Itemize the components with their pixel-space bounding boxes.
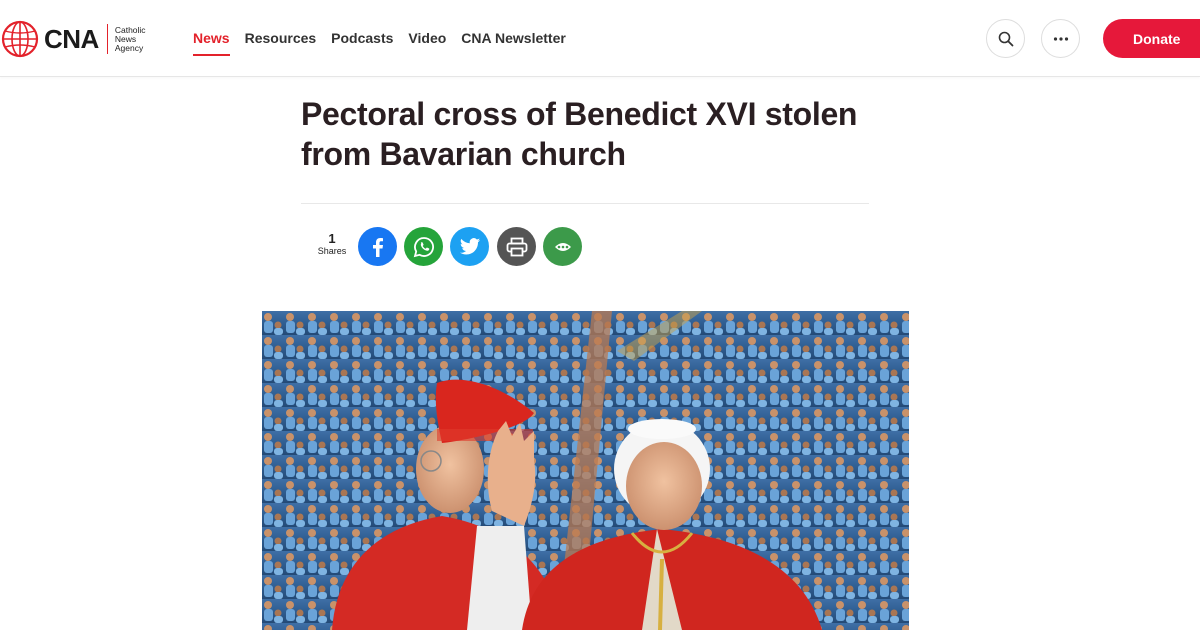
facebook-share-button[interactable] bbox=[358, 227, 397, 266]
search-button[interactable] bbox=[986, 19, 1025, 58]
site-header: CNA Catholic News Agency News Resources … bbox=[0, 0, 1200, 77]
whatsapp-share-button[interactable] bbox=[404, 227, 443, 266]
share-more-icon bbox=[554, 242, 571, 251]
main-nav: News Resources Podcasts Video CNA Newsle… bbox=[193, 30, 581, 56]
donate-button[interactable]: Donate bbox=[1103, 19, 1200, 58]
twitter-icon bbox=[459, 237, 480, 255]
share-count-label: Shares bbox=[317, 246, 347, 256]
cna-logo[interactable]: CNA Catholic News Agency bbox=[0, 14, 155, 64]
hero-photo bbox=[262, 311, 909, 630]
share-counter: 1 Shares bbox=[312, 232, 352, 257]
logo-separator bbox=[106, 24, 108, 54]
globe-logo-icon bbox=[1, 20, 39, 58]
more-share-button[interactable] bbox=[543, 227, 582, 266]
logo-wordmark: CNA bbox=[44, 23, 99, 54]
title-divider bbox=[301, 203, 869, 204]
search-icon bbox=[998, 31, 1013, 46]
nav-item-podcasts[interactable]: Podcasts bbox=[331, 30, 393, 46]
whatsapp-icon bbox=[413, 236, 434, 257]
nav-item-news[interactable]: News bbox=[193, 30, 230, 56]
logo-subtitle-line: Agency bbox=[114, 42, 144, 53]
article-title: Pectoral cross of Benedict XVI stolen fr… bbox=[301, 96, 858, 172]
print-button[interactable] bbox=[497, 227, 536, 266]
more-button[interactable] bbox=[1041, 19, 1080, 58]
nav-item-resources[interactable]: Resources bbox=[245, 30, 317, 46]
twitter-share-button[interactable] bbox=[450, 227, 489, 266]
print-icon bbox=[506, 237, 527, 256]
more-horizontal-icon bbox=[1053, 36, 1068, 41]
article-hero-image bbox=[262, 311, 909, 630]
nav-item-newsletter[interactable]: CNA Newsletter bbox=[461, 30, 566, 46]
logo-subtitle: Catholic News Agency bbox=[114, 25, 155, 53]
facebook-icon bbox=[372, 237, 383, 257]
nav-item-video[interactable]: Video bbox=[408, 30, 446, 46]
share-count: 1 bbox=[328, 231, 336, 246]
